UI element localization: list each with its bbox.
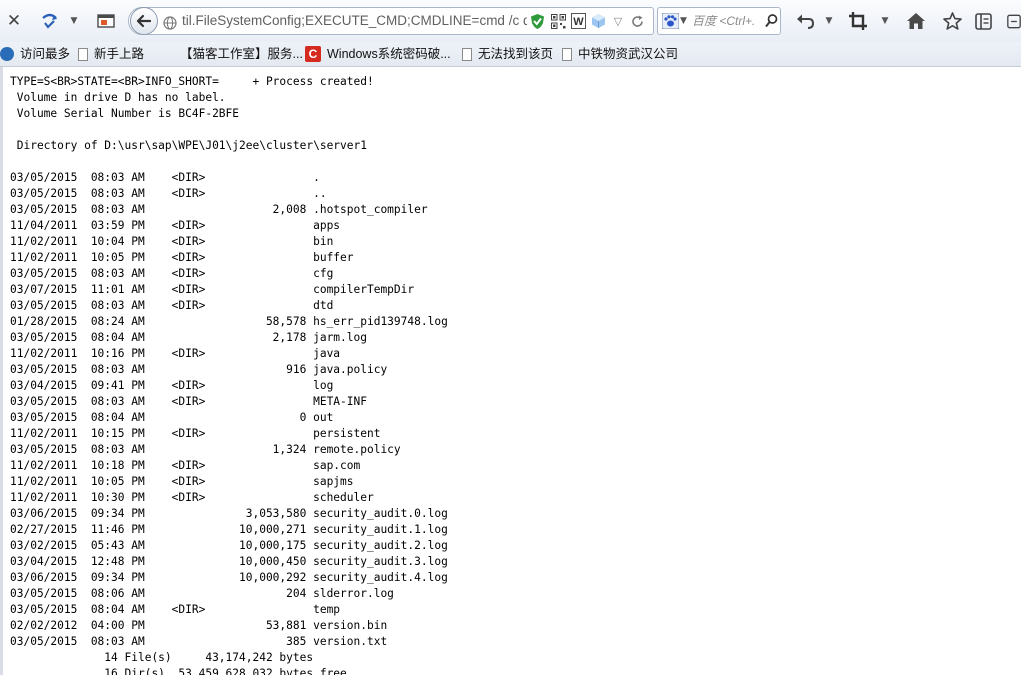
output-summary-line: 16 Dir(s) 53,459,628,032 bytes free — [10, 667, 347, 675]
address-text[interactable]: til.FileSystemConfig;EXECUTE_CMD;CMDLINE… — [182, 7, 527, 35]
bookmark-label: Windows系统密码破... — [327, 47, 451, 61]
directory-entry-row: 03/05/2015 08:06 AM 204 slderror.log — [10, 587, 394, 600]
crop-icon[interactable] — [848, 10, 868, 32]
page-icon — [562, 47, 572, 61]
directory-entry-row: 11/04/2011 03:59 PM <DIR> apps — [10, 219, 341, 232]
page-icon — [78, 47, 88, 61]
directory-entry-row: 03/04/2015 12:48 PM 10,000,450 security_… — [10, 555, 448, 568]
directory-entry-row: 11/02/2011 10:05 PM <DIR> buffer — [10, 251, 354, 264]
crop-chevron-icon[interactable]: ▼ — [879, 10, 891, 32]
home-icon[interactable] — [905, 10, 927, 32]
directory-entry-row: 03/05/2015 08:03 AM <DIR> . — [10, 171, 320, 184]
output-header-line — [10, 122, 448, 138]
red-c-icon: C — [305, 46, 321, 62]
globe-icon — [163, 12, 177, 34]
cube-icon[interactable] — [590, 10, 606, 32]
bookmark-getting-started[interactable]: 新手上路 — [78, 42, 144, 66]
bookmark-most-visited[interactable]: 访问最多 — [0, 42, 70, 66]
directory-entry-row: 11/02/2011 10:30 PM <DIR> scheduler — [10, 491, 374, 504]
gear-folder-icon — [0, 47, 14, 61]
directory-entry-row: 01/28/2015 08:24 AM 58,578 hs_err_pid139… — [10, 315, 448, 328]
window-icon[interactable] — [96, 10, 116, 32]
bookmark-windows-password[interactable]: C Windows系统密码破... — [305, 42, 451, 66]
directory-entry-row: 11/02/2011 10:04 PM <DIR> bin — [10, 235, 334, 248]
reading-list-icon[interactable] — [973, 10, 993, 32]
undo-chevron-icon[interactable]: ▼ — [823, 10, 835, 32]
directory-entry-row: 03/05/2015 08:03 AM 1,324 remote.policy — [10, 443, 401, 456]
directory-entry-row: 03/05/2015 08:04 AM 2,178 jarm.log — [10, 331, 367, 344]
page-icon — [462, 47, 472, 61]
command-output: TYPE=S<BR>STATE=<BR>INFO_SHORT= + Proces… — [10, 74, 448, 675]
output-summary-line: 14 File(s) 43,174,242 bytes — [10, 651, 314, 664]
back-arrow-icon — [136, 14, 152, 28]
directory-entry-row: 03/05/2015 08:03 AM <DIR> META-INF — [10, 395, 367, 408]
word-doc-icon[interactable]: W — [570, 10, 586, 32]
directory-entry-row: 03/05/2015 08:03 AM <DIR> .. — [10, 187, 327, 200]
bookmark-label: 新手上路 — [94, 47, 145, 61]
bookmark-label: 无法找到该页 — [478, 47, 554, 61]
chevron-down-icon[interactable]: ▼ — [68, 10, 80, 32]
directory-entry-row: 11/02/2011 10:16 PM <DIR> java — [10, 347, 341, 360]
page-content: TYPE=S<BR>STATE=<BR>INFO_SHORT= + Proces… — [0, 67, 1021, 675]
paw-icon[interactable] — [661, 10, 679, 32]
directory-entry-row: 03/05/2015 08:04 AM <DIR> temp — [10, 603, 341, 616]
output-header-line: Volume in drive D has no label. — [10, 91, 226, 104]
bookmark-maoke-studio[interactable]: 【猫客工作室】服务... — [180, 42, 303, 66]
directory-entry-row: 03/05/2015 08:03 AM <DIR> cfg — [10, 267, 334, 280]
directory-entry-row: 03/05/2015 08:03 AM 385 version.txt — [10, 635, 388, 648]
bookmark-label: 中铁物资武汉公司 — [578, 47, 679, 61]
search-engine-chevron-icon[interactable]: ▼ — [679, 10, 688, 32]
svg-text:W: W — [573, 16, 584, 28]
directory-entry-row: 11/02/2011 10:15 PM <DIR> persistent — [10, 427, 381, 440]
star-icon[interactable] — [941, 10, 963, 32]
search-icon[interactable] — [764, 10, 778, 32]
undo-icon[interactable] — [795, 10, 815, 32]
directory-entry-row: 11/02/2011 10:05 PM <DIR> sapjms — [10, 475, 354, 488]
shield-check-icon[interactable] — [529, 10, 545, 32]
directory-entry-row: 11/02/2011 10:18 PM <DIR> sap.com — [10, 459, 361, 472]
directory-entry-row: 03/05/2015 08:03 AM 916 java.policy — [10, 363, 388, 376]
bookmark-label: 【猫客工作室】服务... — [180, 47, 303, 61]
bookmarks-bar: 访问最多 新手上路 【猫客工作室】服务... C Windows系统密码破...… — [0, 42, 1021, 67]
sync-icon[interactable] — [40, 10, 60, 32]
search-input[interactable]: 百度 <Ctrl+. — [692, 7, 762, 35]
directory-entry-row: 03/06/2015 09:34 PM 10,000,292 security_… — [10, 571, 448, 584]
directory-entry-row: 03/06/2015 09:34 PM 3,053,580 security_a… — [10, 507, 448, 520]
dropdown-triangle-icon[interactable]: ▽ — [612, 10, 624, 32]
refresh-icon[interactable] — [630, 10, 644, 32]
qr-code-icon[interactable] — [550, 10, 566, 32]
output-header-line: TYPE=S<BR>STATE=<BR>INFO_SHORT= + Proces… — [10, 75, 374, 88]
menu-icon[interactable] — [1007, 10, 1021, 32]
directory-entry-row: 02/27/2015 11:46 PM 10,000,271 security_… — [10, 523, 448, 536]
directory-entry-row: 03/04/2015 09:41 PM <DIR> log — [10, 379, 334, 392]
bookmark-page-not-found[interactable]: 无法找到该页 — [462, 42, 553, 66]
close-icon[interactable]: ✕ — [6, 10, 22, 32]
output-header-line — [10, 154, 448, 170]
directory-entry-row: 03/05/2015 08:03 AM <DIR> dtd — [10, 299, 334, 312]
output-header-line: Directory of D:\usr\sap\WPE\J01\j2ee\clu… — [10, 139, 367, 152]
directory-entry-row: 03/07/2015 11:01 AM <DIR> compilerTempDi… — [10, 283, 415, 296]
directory-entry-row: 03/02/2015 05:43 AM 10,000,175 security_… — [10, 539, 448, 552]
bookmark-zhongtie-wuhan[interactable]: 中铁物资武汉公司 — [562, 42, 678, 66]
navigation-toolbar: ✕ ▼ til.FileSystemConfig;EXECUTE_CMD;CMD… — [0, 0, 1021, 42]
directory-entry-row: 03/05/2015 08:04 AM 0 out — [10, 411, 334, 424]
back-button[interactable] — [130, 7, 158, 35]
directory-entry-row: 03/05/2015 08:03 AM 2,008 .hotspot_compi… — [10, 203, 428, 216]
output-header-line: Volume Serial Number is BC4F-2BFE — [10, 107, 240, 120]
directory-entry-row: 02/02/2012 04:00 PM 53,881 version.bin — [10, 619, 388, 632]
bookmark-label: 访问最多 — [20, 47, 71, 61]
